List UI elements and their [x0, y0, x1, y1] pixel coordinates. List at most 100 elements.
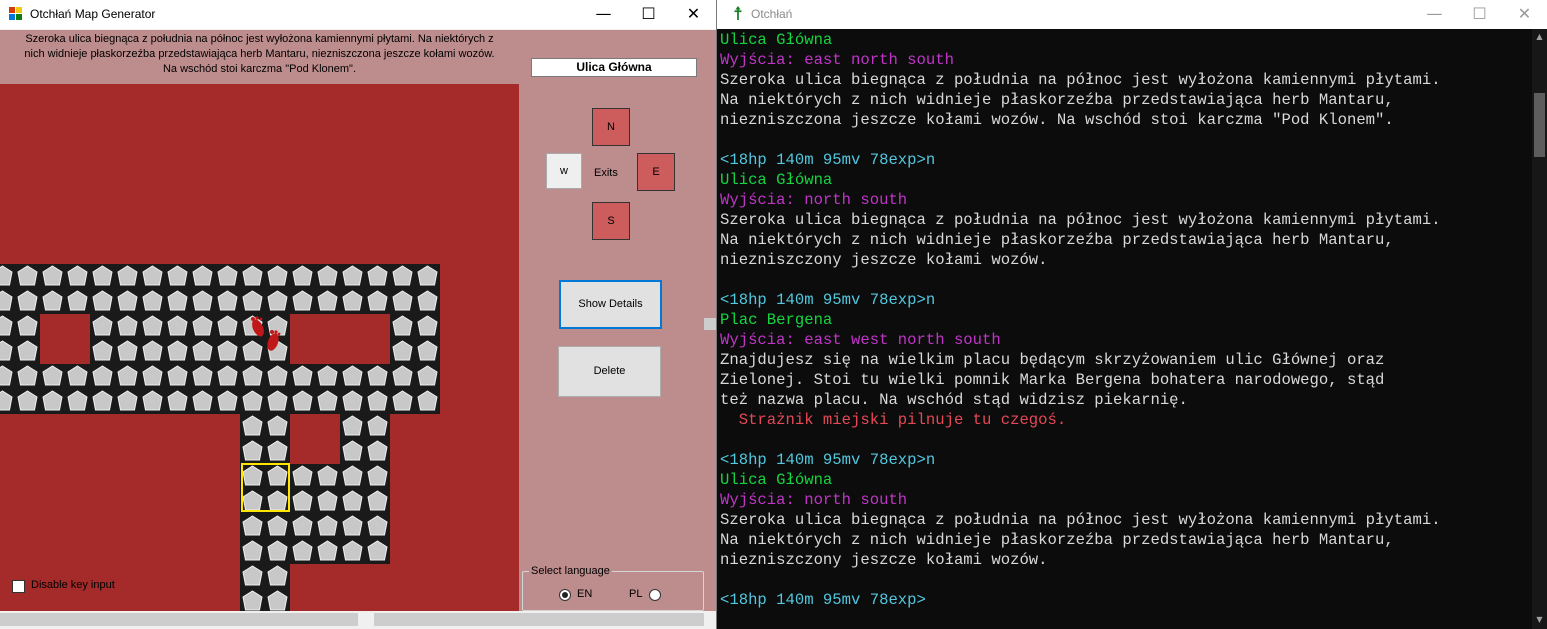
terminal-line: <18hp 140m 95mv 78exp>	[720, 591, 926, 609]
map-room-tile[interactable]	[340, 264, 390, 314]
terminal-line: Plac Bergena	[720, 311, 833, 329]
map-room-tile[interactable]	[340, 514, 390, 564]
scroll-down-arrow-icon[interactable]: ▼	[1532, 615, 1547, 624]
footprints-icon	[251, 316, 281, 351]
map-room-tile[interactable]	[190, 364, 240, 414]
terminal-line: Szeroka ulica biegnąca z południa na pół…	[720, 511, 1441, 529]
map-room-tile[interactable]	[40, 264, 90, 314]
language-en-radio[interactable]	[559, 589, 571, 601]
terminal-line: Na niektórych z nich widnieje płaskorzeź…	[720, 91, 1394, 109]
map-room-tile[interactable]	[90, 314, 140, 364]
maximize-button[interactable]: ☐	[626, 0, 671, 29]
terminal-window: Otchłań — ☐ ✕ Ulica Główna Wyjścia: east …	[716, 0, 1547, 629]
map-room-tile[interactable]	[340, 464, 390, 514]
language-en-label: EN	[577, 588, 593, 600]
map-room-tile[interactable]	[140, 364, 190, 414]
language-group: Select language EN PL	[522, 565, 704, 611]
map-room-tile[interactable]	[240, 364, 290, 414]
terminal-line: <18hp 140m 95mv 78exp>n	[720, 291, 936, 309]
map-room-tile[interactable]	[140, 264, 190, 314]
disable-key-input-label: Disable key input	[31, 579, 115, 591]
map-room-tile[interactable]	[190, 264, 240, 314]
map-room-tile[interactable]	[40, 364, 90, 414]
terminal-title: Otchłań	[751, 7, 793, 21]
app-icon	[9, 7, 22, 20]
terminal-titlebar[interactable]: Otchłań — ☐ ✕	[717, 0, 1547, 29]
terminal-output[interactable]: Ulica Główna Wyjścia: east north south Sze…	[717, 29, 1533, 629]
terminal-line: Strażnik miejski pilnuje tu czegoś.	[720, 411, 1067, 429]
terminal-scrollbar[interactable]: ▲ ▼	[1532, 29, 1547, 629]
splitter-handle[interactable]	[704, 318, 716, 330]
language-pl-radio[interactable]	[649, 589, 661, 601]
terminal-line: też nazwa placu. Na wschód stąd widzisz …	[720, 391, 1188, 409]
terminal-lines: Ulica Główna Wyjścia: east north south Sze…	[720, 30, 1441, 610]
map-room-tile[interactable]	[90, 364, 140, 414]
terminal-line: Wyjścia: north south	[720, 491, 908, 509]
show-details-button[interactable]: Show Details	[559, 280, 662, 329]
map-room-tile[interactable]	[290, 514, 340, 564]
map-room-tile[interactable]	[290, 464, 340, 514]
map-room-tile[interactable]	[240, 264, 290, 314]
map-room-tile[interactable]	[240, 564, 290, 611]
language-legend: Select language	[529, 565, 612, 577]
terminal-scroll-thumb[interactable]	[1534, 93, 1545, 157]
map-scroll-track[interactable]	[374, 613, 704, 626]
map-horizontal-scrollbar[interactable]	[0, 611, 716, 629]
map-room-tile[interactable]	[290, 364, 340, 414]
terminal-minimize-button[interactable]: —	[1412, 0, 1457, 29]
map-room-tile[interactable]	[240, 414, 290, 464]
map-room-tile[interactable]	[190, 314, 240, 364]
map-canvas[interactable]: Disable key input	[0, 84, 519, 611]
terminal-line: niezniszczony jeszcze kołami wozów.	[720, 551, 1048, 569]
map-room-tile[interactable]	[390, 264, 440, 314]
exits-label: Exits	[594, 167, 618, 179]
current-room-selector	[241, 463, 290, 512]
terminal-line: niezniszczona jeszcze kołami wozów. Na w…	[720, 111, 1394, 129]
map-room-tile[interactable]	[340, 364, 390, 414]
map-room-tile[interactable]	[90, 264, 140, 314]
terminal-line: Wyjścia: north south	[720, 191, 908, 209]
language-pl-label: PL	[629, 588, 643, 600]
terminal-line: Na niektórych z nich widnieje płaskorzeź…	[720, 231, 1394, 249]
map-room-tile[interactable]	[0, 264, 40, 314]
exit-south-button[interactable]: S	[592, 202, 630, 240]
map-window-titlebar[interactable]: Otchłań Map Generator — ☐ ✕	[0, 0, 716, 29]
scroll-up-arrow-icon[interactable]: ▲	[1532, 32, 1547, 41]
room-description: Szeroka ulica biegnąca z południa na pół…	[24, 33, 495, 75]
terminal-line: Wyjścia: east north south	[720, 51, 954, 69]
terminal-line: niezniszczony jeszcze kołami wozów.	[720, 251, 1048, 269]
map-room-tile[interactable]	[140, 314, 190, 364]
exit-east-button[interactable]: E	[637, 153, 675, 191]
map-room-tile[interactable]	[240, 514, 290, 564]
map-room-tile[interactable]	[0, 364, 40, 414]
map-generator-window: Otchłań Map Generator — ☐ ✕ Szeroka ulic…	[0, 0, 716, 629]
terminal-close-button[interactable]: ✕	[1502, 0, 1547, 29]
minimize-button[interactable]: —	[581, 0, 626, 29]
terminal-line: Znajdujesz się na wielkim placu będącym …	[720, 351, 1385, 369]
exit-north-button[interactable]: N	[592, 108, 630, 146]
terminal-line: Ulica Główna	[720, 171, 833, 189]
map-scroll-thumb[interactable]	[0, 613, 358, 626]
room-description-panel: Szeroka ulica biegnąca z południa na pół…	[0, 30, 519, 84]
disable-key-input-checkbox[interactable]	[12, 580, 25, 593]
terminal-line: Szeroka ulica biegnąca z południa na pół…	[720, 71, 1441, 89]
exit-west-button[interactable]: w	[546, 153, 582, 189]
terminal-line: <18hp 140m 95mv 78exp>n	[720, 451, 936, 469]
map-room-tile[interactable]	[340, 414, 390, 464]
map-room-tile[interactable]	[390, 364, 440, 414]
terminal-line: Szeroka ulica biegnąca z południa na pół…	[720, 211, 1441, 229]
map-room-tile[interactable]	[0, 314, 40, 364]
map-window-title: Otchłań Map Generator	[30, 7, 156, 21]
terminal-line: <18hp 140m 95mv 78exp>n	[720, 151, 936, 169]
terminal-line: Wyjścia: east west north south	[720, 331, 1001, 349]
map-room-tile[interactable]	[290, 264, 340, 314]
room-name-field[interactable]: Ulica Główna	[531, 58, 697, 77]
close-button[interactable]: ✕	[671, 0, 716, 29]
map-room-tile[interactable]	[390, 314, 440, 364]
delete-button[interactable]: Delete	[558, 346, 661, 397]
room-editor-panel: Ulica Główna N w Exits E S Show Details …	[519, 30, 716, 611]
terminal-maximize-button[interactable]: ☐	[1457, 0, 1502, 29]
